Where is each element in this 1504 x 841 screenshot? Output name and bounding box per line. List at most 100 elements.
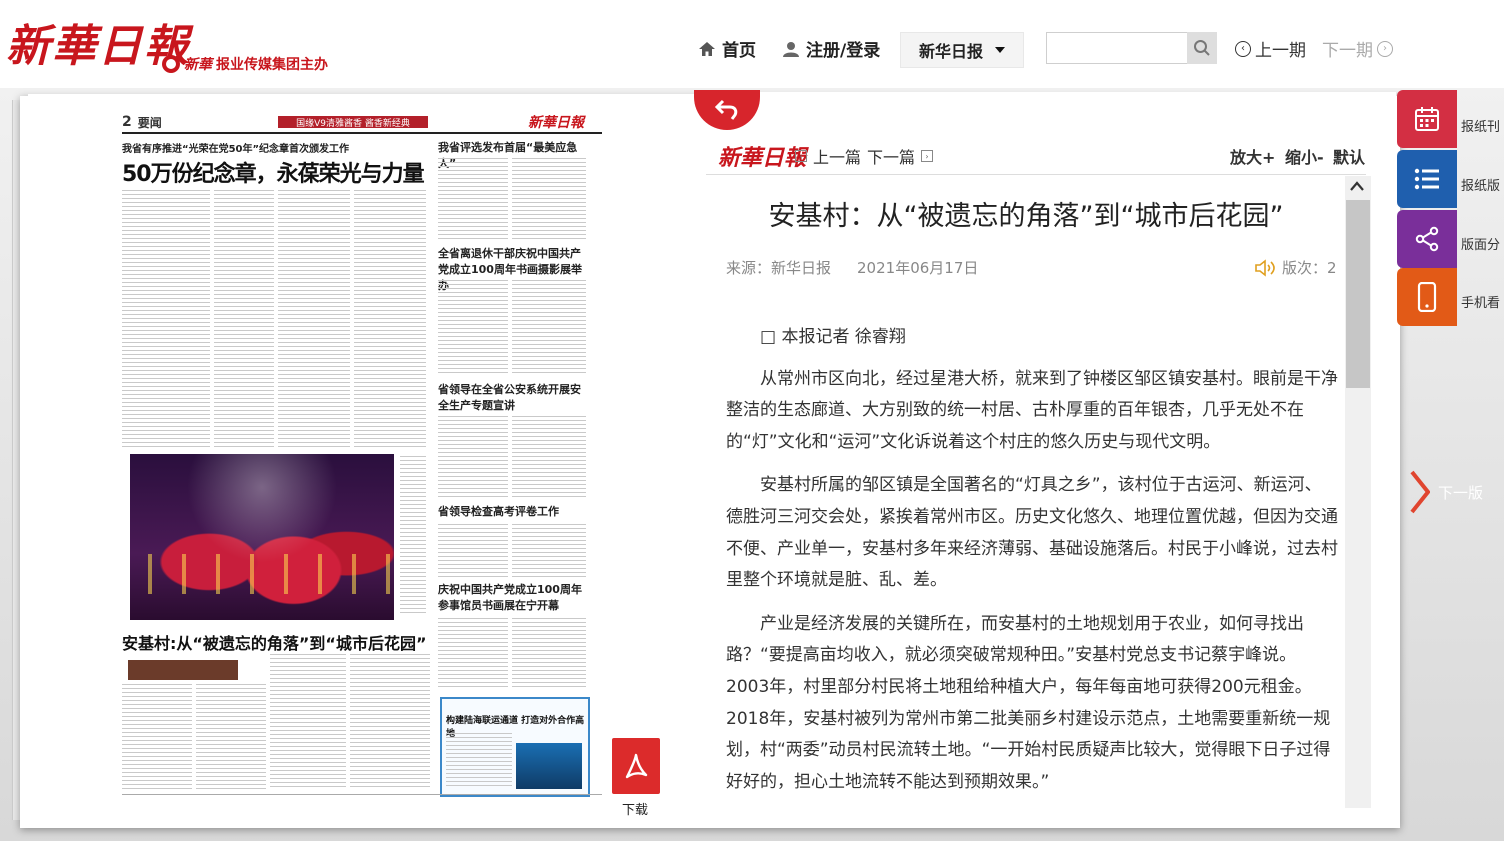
- side-headline[interactable]: 庆祝中国共产党成立100周年参事馆员书画展在宁开幕: [438, 582, 588, 614]
- text-column[interactable]: [512, 280, 586, 376]
- nav-home-label: 首页: [722, 41, 756, 61]
- chevron-left-icon: ‹: [1235, 40, 1251, 57]
- text-column[interactable]: [512, 416, 586, 498]
- text-column[interactable]: [512, 524, 586, 580]
- article-paragraph: 产业是经济发展的关键所在，而安基村的土地规划用于农业，如何寻找出路？“要提高亩均…: [726, 613, 1331, 792]
- text-column[interactable]: [278, 190, 350, 448]
- paper-selector[interactable]: 新华日报: [900, 32, 1024, 68]
- nav-home[interactable]: 首页: [698, 36, 756, 61]
- pdf-download-label[interactable]: 下载: [622, 799, 648, 818]
- paper-selector-value: 新华日报: [918, 42, 983, 61]
- article-meta: 来源：新华日报 2021年06月17日: [726, 257, 978, 278]
- phone-icon: [1417, 282, 1437, 312]
- lead-headline[interactable]: 50万份纪念章，永葆荣光与力量: [122, 156, 425, 188]
- text-column[interactable]: [438, 416, 508, 498]
- back-arrow-icon: [714, 99, 738, 120]
- article-date: 2021年06月17日: [857, 259, 979, 277]
- next-issue-label: 下一期: [1322, 41, 1373, 61]
- zoom-in-button[interactable]: 放大+: [1230, 144, 1275, 168]
- search-button[interactable]: [1187, 32, 1217, 64]
- chevron-right-icon: [1410, 470, 1430, 514]
- list-icon: [1414, 168, 1439, 190]
- article-source: 来源：新华日报: [726, 259, 832, 277]
- promo-box[interactable]: 构建陆海联运通道 打造对外合作高地: [440, 697, 590, 797]
- text-column[interactable]: [354, 190, 426, 448]
- newspaper-page[interactable]: 2 要闻 国缘V9清雅酱香 酱香新经典 新華日報 我省有序推进“光荣在党50年”…: [28, 94, 694, 824]
- promo-box-image: [516, 743, 582, 789]
- text-column[interactable]: [214, 190, 274, 448]
- article-paragraph: 从常州市区向北，经过星港大桥，就来到了钟楼区邹区镇安基村。眼前是干净整洁的生态廊…: [726, 368, 1338, 452]
- chorus-photo[interactable]: [130, 454, 394, 620]
- search-icon: [1194, 40, 1210, 56]
- zoom-out-button[interactable]: 缩小-: [1285, 144, 1324, 168]
- prev-issue-label: 上一期: [1255, 41, 1306, 61]
- article-edition-label: 版次：2: [1282, 259, 1337, 277]
- search-input[interactable]: [1046, 32, 1200, 64]
- page-brand-logo: 新華日報: [528, 115, 584, 131]
- pdf-download-button[interactable]: [612, 738, 660, 794]
- text-column[interactable]: [512, 158, 586, 242]
- article-body: □ 本报记者 徐睿翔 从常州市区向北，经过星港大桥，就来到了钟楼区邹区镇安基村。…: [726, 322, 1338, 808]
- nav-login-label: 注册/登录: [806, 41, 881, 61]
- text-column[interactable]: [438, 158, 508, 242]
- text-column[interactable]: [438, 618, 508, 688]
- next-article-icon: ›: [921, 150, 934, 162]
- speaker-icon[interactable]: [1254, 258, 1276, 277]
- top-header: 新華日報 新華 报业传媒集团主办 首页 注册/登录 新华日报 ‹ 上一期 下一期…: [0, 0, 1504, 90]
- text-column[interactable]: [438, 524, 508, 580]
- photo-sunflower-detail: [130, 554, 394, 594]
- group-brand: 新華: [184, 57, 212, 73]
- photo-caption-column: [400, 456, 426, 616]
- text-column[interactable]: [438, 280, 508, 376]
- text-column[interactable]: [270, 654, 346, 790]
- group-logo-icon: [162, 55, 180, 73]
- header-ad-banner: 国缘V9清雅酱香 酱香新经典: [278, 116, 428, 129]
- share-tool-label[interactable]: 版面分: [1461, 234, 1500, 253]
- text-column[interactable]: [122, 684, 192, 790]
- scroll-up-icon[interactable]: [1350, 180, 1364, 194]
- page-list-tool-button[interactable]: [1397, 150, 1457, 208]
- text-column[interactable]: [196, 684, 266, 790]
- group-sponsor-text: 报业传媒集团主办: [216, 57, 328, 73]
- page-number: 2: [122, 114, 132, 130]
- logo-subtitle: 新華 报业传媒集团主办: [162, 54, 328, 74]
- calendar-tool-button[interactable]: [1397, 90, 1457, 148]
- calendar-tool-label[interactable]: 报纸刊: [1461, 116, 1500, 135]
- home-icon: [699, 41, 715, 56]
- feature-column-banner: [128, 660, 238, 680]
- calendar-icon: [1415, 107, 1439, 131]
- side-headline[interactable]: 省领导在全省公安系统开展安全生产专题宣讲: [438, 382, 588, 414]
- lead-kicker[interactable]: 我省有序推进“光荣在党50年”纪念章首次颁发工作: [122, 140, 349, 155]
- promo-box-text: [446, 733, 512, 789]
- scrollbar-thumb[interactable]: [1346, 200, 1370, 388]
- pdf-icon: [625, 753, 648, 779]
- article-paragraph: 安基村所属的邹区镇是全国著名的“灯具之乡”，该村位于古运河、新运河、德胜河三河交…: [726, 475, 1338, 591]
- nav-login[interactable]: 注册/登录: [782, 36, 880, 61]
- reader-brand-logo: 新華日報: [718, 145, 807, 171]
- article-nav: ‹ 上一篇 下一篇 ›: [795, 144, 934, 168]
- text-column[interactable]: [350, 654, 430, 790]
- mobile-tool-button[interactable]: [1397, 268, 1457, 326]
- mobile-tool-label[interactable]: 手机看: [1461, 292, 1500, 311]
- feature-headline[interactable]: 安基村:从“被遗忘的角落”到“城市后花园”: [122, 630, 426, 654]
- text-column[interactable]: [512, 618, 586, 688]
- prev-issue-link[interactable]: ‹ 上一期: [1235, 36, 1306, 61]
- article-title: 安基村：从“被遗忘的角落”到“城市后花园”: [768, 201, 1284, 232]
- article-edition: 版次：2: [1254, 257, 1337, 278]
- next-issue-link[interactable]: 下一期 ›: [1322, 36, 1393, 61]
- prev-article-link[interactable]: 上一篇: [813, 144, 861, 168]
- text-column[interactable]: [122, 190, 210, 448]
- page-footer-rule: [122, 794, 602, 801]
- reader-divider: [706, 174, 1366, 175]
- page-section: 要闻: [137, 115, 162, 130]
- user-icon: [783, 41, 799, 57]
- next-page-button[interactable]: 下一版: [1410, 470, 1483, 514]
- zoom-default-button[interactable]: 默认: [1333, 144, 1365, 168]
- next-article-link[interactable]: 下一篇: [867, 144, 915, 168]
- share-tool-button[interactable]: [1397, 210, 1457, 268]
- article-byline: □ 本报记者 徐睿翔: [760, 327, 906, 347]
- share-icon: [1415, 226, 1439, 252]
- side-headline[interactable]: 省领导检查高考评卷工作: [438, 504, 588, 520]
- caret-down-icon: [995, 47, 1005, 53]
- page-list-tool-label[interactable]: 报纸版: [1461, 175, 1500, 194]
